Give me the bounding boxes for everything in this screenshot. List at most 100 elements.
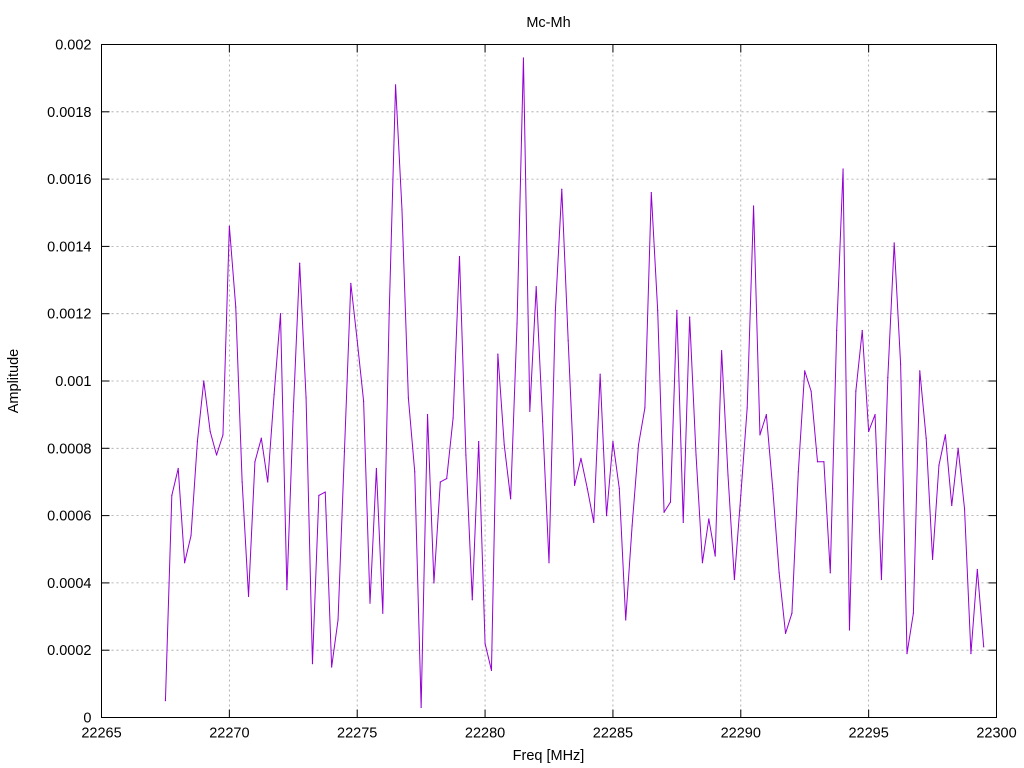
data-point [727, 474, 729, 476]
data-point [612, 440, 614, 443]
data-point [970, 652, 972, 655]
data-point [235, 306, 237, 308]
data-point [190, 535, 192, 537]
x-tick-label: 22280 [465, 726, 505, 742]
data-point [983, 646, 985, 648]
data-point [522, 57, 525, 59]
data-point [695, 454, 697, 456]
data-point [401, 208, 403, 210]
data-point [669, 501, 672, 503]
data-point [829, 572, 831, 574]
data-point [912, 612, 914, 614]
data-point [375, 467, 377, 470]
data-point [906, 652, 908, 655]
data-point [184, 562, 186, 564]
data-point [599, 373, 601, 375]
data-point [497, 353, 499, 355]
data-point [548, 562, 550, 564]
data-point [842, 168, 844, 170]
data-point [784, 632, 787, 634]
data-point [177, 467, 179, 470]
data-point [484, 642, 486, 645]
data-point [343, 451, 346, 453]
data-point [676, 309, 678, 311]
x-tick-label: 22275 [337, 726, 377, 742]
chart-title: Mc-Mh [526, 15, 570, 31]
data-point [286, 589, 288, 591]
x-tick-label: 22285 [593, 726, 633, 742]
data-point [893, 242, 895, 244]
data-point [516, 323, 518, 325]
data-point [874, 414, 876, 416]
data-point [363, 400, 365, 402]
data-point [759, 434, 761, 436]
data-point [733, 578, 735, 581]
data-point [215, 454, 218, 456]
data-point [593, 521, 595, 523]
data-point [241, 481, 243, 483]
data-point [535, 286, 537, 288]
data-point [765, 414, 767, 416]
data-point [542, 420, 544, 422]
y-tick-label: 0 [83, 711, 91, 727]
data-point [452, 417, 454, 419]
data-point [689, 316, 691, 318]
data-point [791, 612, 793, 614]
data-point [682, 521, 684, 523]
data-point [931, 558, 934, 560]
data-point [433, 582, 435, 584]
data-point [778, 572, 780, 574]
data-point [663, 511, 665, 513]
data-point [836, 329, 838, 332]
y-tick-label: 0.0016 [47, 172, 91, 188]
data-point [247, 595, 250, 597]
data-point [465, 454, 467, 456]
series-layer [164, 57, 985, 709]
series-line [164, 57, 985, 708]
data-point [708, 518, 710, 520]
data-point [458, 255, 461, 258]
y-tick-label: 0.0004 [47, 576, 91, 592]
data-point [439, 481, 441, 483]
y-tick-label: 0.001 [55, 374, 91, 390]
x-tick-label: 22270 [209, 726, 249, 742]
data-point [196, 440, 198, 443]
y-tick-label: 0.0002 [47, 643, 91, 659]
data-point [446, 477, 448, 480]
data-point [267, 481, 269, 483]
data-point [957, 447, 959, 449]
data-point [318, 494, 320, 497]
y-tick-label: 0.0012 [47, 307, 91, 323]
data-point [567, 340, 569, 342]
data-point [657, 309, 659, 311]
data-point [203, 380, 205, 382]
data-point [407, 397, 409, 399]
y-tick-label: 0.0014 [47, 239, 91, 255]
data-point [305, 397, 307, 399]
data-point [925, 437, 927, 439]
data-point [963, 508, 966, 510]
data-point [618, 488, 620, 490]
data-point [471, 599, 473, 601]
data-point [414, 471, 416, 473]
data-point [938, 464, 940, 466]
data-point [369, 602, 371, 604]
y-tick-label: 0.0006 [47, 509, 91, 525]
y-tick-label: 0.002 [55, 38, 91, 54]
data-point [816, 461, 819, 463]
tick-labels: 22265 22270 22275 22280 22285 22290 22295 22300… [47, 38, 1017, 742]
data-point [311, 663, 314, 665]
data-point [273, 393, 275, 396]
data-point [804, 370, 806, 372]
data-point [561, 188, 563, 190]
data-point [880, 578, 883, 581]
data-point [740, 494, 742, 497]
chart: 22265 22270 22275 22280 22285 22290 22295 22300… [6, 15, 1017, 764]
data-point [573, 484, 576, 486]
data-point [976, 568, 978, 571]
data-point [426, 414, 429, 416]
data-point [164, 700, 167, 702]
x-axis-label: Freq [MHz] [513, 748, 585, 764]
grid-layer [101, 44, 997, 718]
data-point [420, 706, 422, 709]
